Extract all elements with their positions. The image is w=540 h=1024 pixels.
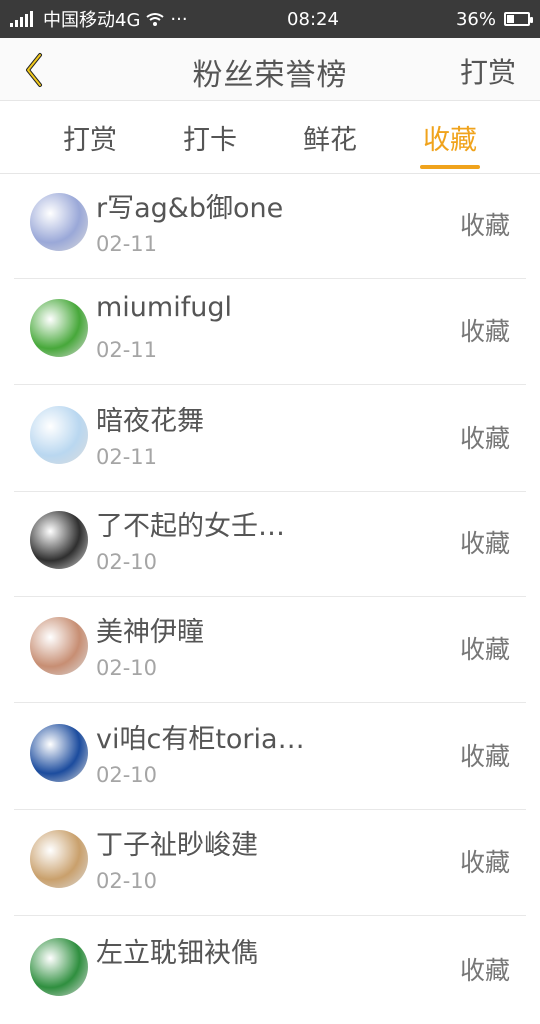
avatar — [30, 193, 88, 251]
list-item[interactable]: 左立耽钿袂儁 收藏 — [14, 919, 526, 1024]
user-name: r写ag&b御one — [96, 193, 284, 224]
battery-percent: 36% — [455, 8, 496, 30]
favorite-label: 收藏 — [459, 742, 510, 771]
favorite-label: 收藏 — [459, 848, 510, 877]
carrier-label: 中国移动4G — [43, 10, 141, 31]
avatar — [30, 938, 88, 996]
list-item[interactable]: 丁子祉眇峻建 02-10 收藏 — [14, 811, 526, 916]
favorite-label: 收藏 — [459, 424, 510, 453]
favorite-label: 收藏 — [459, 956, 510, 985]
user-name: 暗夜花舞 — [96, 406, 204, 437]
avatar — [30, 406, 88, 464]
user-name: 丁子祉眇峻建 — [96, 830, 258, 861]
favorite-label: 收藏 — [459, 529, 510, 558]
tab-label: 收藏 — [423, 124, 477, 156]
item-date: 02-10 — [96, 656, 158, 680]
item-date: 02-10 — [96, 550, 158, 574]
status-right: 36% — [455, 8, 533, 30]
status-time: 08:24 — [287, 8, 339, 30]
avatar — [30, 724, 88, 782]
signal-icon — [10, 11, 33, 27]
avatar — [30, 830, 88, 888]
avatar — [30, 299, 88, 357]
tab-flowers[interactable]: 鲜花 — [270, 101, 390, 173]
user-name: miumifugl — [96, 292, 232, 323]
tab-checkin[interactable]: 打卡 — [150, 101, 270, 173]
list-item[interactable]: 暗夜花舞 02-11 收藏 — [14, 387, 526, 492]
tab-label: 打卡 — [183, 124, 237, 156]
user-name: vi咱c有柜toria… — [96, 724, 305, 755]
favorite-label: 收藏 — [459, 635, 510, 664]
list-item[interactable]: 了不起的女壬… 02-10 收藏 — [14, 492, 526, 597]
item-date: 02-11 — [96, 232, 158, 256]
favorite-label: 收藏 — [459, 317, 510, 346]
list-item[interactable]: miumifugl 02-11 收藏 — [14, 280, 526, 385]
tab-label: 打赏 — [63, 124, 117, 156]
avatar — [30, 511, 88, 569]
tab-reward[interactable]: 打赏 — [30, 101, 150, 173]
active-tab-indicator — [420, 165, 480, 169]
item-date: 02-11 — [96, 338, 158, 362]
tab-label: 鲜花 — [303, 124, 357, 156]
user-name: 美神伊瞳 — [96, 617, 204, 648]
favorite-label: 收藏 — [459, 211, 510, 240]
tab-bar: 打赏 打卡 鲜花 收藏 — [0, 101, 540, 174]
navbar: 粉丝荣誉榜 打赏 — [0, 38, 540, 101]
reward-button[interactable]: 打赏 — [460, 51, 516, 91]
tab-favorites[interactable]: 收藏 — [390, 101, 510, 173]
item-date: 02-10 — [96, 869, 158, 893]
battery-fill — [507, 15, 514, 23]
status-bar: 中国移动4G ··· 08:24 36% — [0, 0, 540, 38]
list-item[interactable]: vi咱c有柜toria… 02-10 收藏 — [14, 705, 526, 810]
list-item[interactable]: 美神伊瞳 02-10 收藏 — [14, 598, 526, 703]
avatar — [30, 617, 88, 675]
wifi-icon — [146, 12, 165, 26]
user-name: 了不起的女壬… — [96, 511, 285, 542]
list-item[interactable]: r写ag&b御one 02-11 收藏 — [14, 174, 526, 279]
battery-icon — [504, 12, 533, 26]
item-date: 02-11 — [96, 445, 158, 469]
user-name: 左立耽钿袂儁 — [96, 938, 258, 969]
item-date: 02-10 — [96, 763, 158, 787]
